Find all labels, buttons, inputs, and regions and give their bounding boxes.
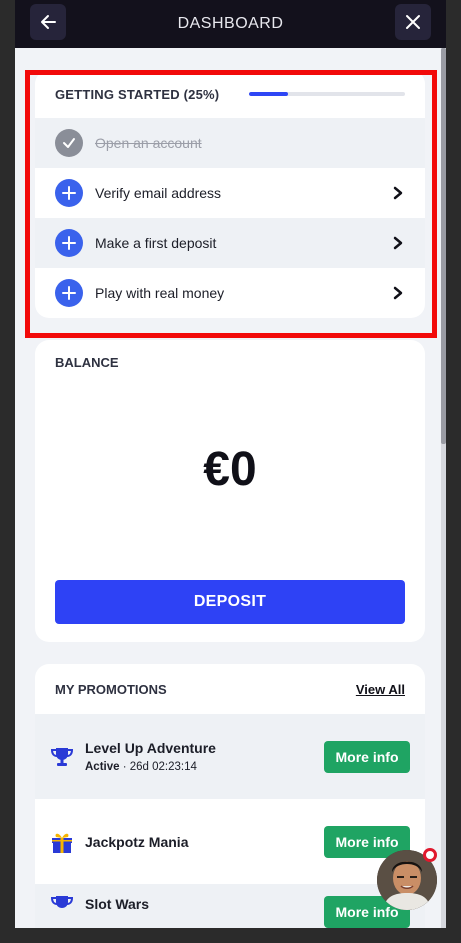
page-title: DASHBOARD: [177, 15, 284, 32]
promotions-title: MY PROMOTIONS: [55, 681, 167, 697]
notification-dot: [423, 848, 437, 862]
promotion-text: Slot Wars: [85, 892, 324, 912]
close-button[interactable]: [395, 4, 431, 40]
status-badge: Active: [85, 761, 120, 773]
promotion-row: Level Up Adventure Active · 26d 02:23:14…: [35, 714, 425, 799]
promotions-header: MY PROMOTIONS View All: [35, 664, 425, 714]
trophy-icon: [49, 892, 75, 918]
promotion-row: Jackpotz Mania More info: [35, 799, 425, 884]
scrollbar-thumb[interactable]: [441, 48, 446, 444]
promotion-name: Level Up Adventure: [85, 740, 216, 756]
balance-title: BALANCE: [55, 355, 119, 370]
balance-amount: €0: [203, 443, 257, 496]
gift-icon: [49, 829, 75, 855]
view-all-link[interactable]: View All: [356, 682, 405, 697]
promotions-card: MY PROMOTIONS View All Level Up Adventur…: [35, 664, 425, 928]
more-info-button[interactable]: More info: [324, 740, 410, 773]
promotion-status: Active · 26d 02:23:14: [85, 761, 324, 773]
top-bar: DASHBOARD: [15, 0, 446, 48]
arrow-left-icon: [41, 15, 56, 29]
promotion-timer: · 26d 02:23:14: [119, 761, 197, 773]
promotion-text: Jackpotz Mania: [85, 834, 324, 850]
promotion-row: Slot Wars More info: [35, 884, 425, 928]
app-frame: DASHBOARD GETTING STARTED (25%) Open an …: [15, 0, 446, 928]
deposit-button[interactable]: DEPOSIT: [55, 580, 405, 624]
back-button[interactable]: [30, 4, 66, 40]
promotion-name: Slot Wars: [85, 896, 150, 912]
trophy-icon: [49, 744, 75, 770]
promotion-text: Level Up Adventure Active · 26d 02:23:14: [85, 740, 324, 773]
promotion-name: Jackpotz Mania: [85, 833, 189, 850]
balance-card: BALANCE €0 DEPOSIT: [35, 340, 425, 642]
highlight-box: [25, 70, 437, 338]
close-icon: [406, 15, 420, 29]
